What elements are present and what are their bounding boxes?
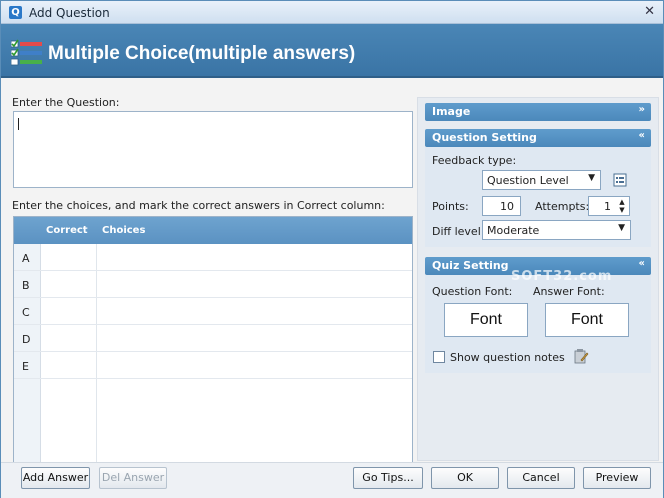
dropdown-arrow-icon: ▼ [618,223,625,233]
choice-row-a[interactable]: A [14,244,412,271]
correct-column-header[interactable]: Correct [46,225,88,236]
question-font-label: Question Font: [432,285,513,298]
diff-level-label: Diff level: [432,225,485,238]
show-notes-checkbox[interactable] [433,351,445,363]
question-label: Enter the Question: [12,96,120,109]
choices-column-header[interactable]: Choices [102,225,145,236]
show-notes-label: Show question notes [450,351,565,364]
title-bar[interactable]: Q Add Question ✕ [1,1,663,24]
quiz-setting-title: Quiz Setting [432,259,509,272]
header-banner: Multiple Choice(multiple answers) [1,24,663,78]
attempts-stepper[interactable]: 1 ▲ ▼ [588,196,630,216]
notes-edit-icon[interactable] [574,348,589,364]
row-letter: A [22,252,30,265]
choice-row-c[interactable]: C [14,298,412,325]
diff-level-select[interactable]: Moderate ▼ [482,220,631,240]
window-title: Add Question [29,6,110,20]
close-icon[interactable]: ✕ [644,4,655,19]
feedback-type-select[interactable]: Question Level ▼ [482,170,601,190]
diff-level-value: Moderate [487,224,540,237]
choice-row-b[interactable]: B [14,271,412,298]
collapse-icon[interactable]: « [639,130,645,141]
points-value: 10 [500,200,514,213]
go-tips-button[interactable]: Go Tips... [353,467,423,489]
choices-grid[interactable]: Correct Choices A B C D E [13,216,413,463]
choice-row-e[interactable]: E [14,352,412,379]
dropdown-arrow-icon: ▼ [588,173,595,183]
watermark: SOFT32.com [511,269,613,284]
feedback-type-value: Question Level [487,174,569,187]
question-type-title: Multiple Choice(multiple answers) [48,43,356,64]
row-letter: C [22,306,30,319]
add-question-dialog: Q Add Question ✕ Multiple Choice(multipl… [0,0,664,498]
feedback-settings-icon[interactable] [613,173,627,187]
image-section-title: Image [432,105,471,118]
text-caret [18,118,19,130]
spinner-arrows-icon[interactable]: ▲ ▼ [617,198,627,214]
answer-font-button[interactable]: Font [545,303,629,337]
grid-header: Correct Choices [14,217,412,244]
question-input[interactable] [13,111,413,188]
row-letter: B [22,279,30,292]
del-answer-button[interactable]: Del Answer [99,467,167,489]
row-letter: D [22,333,31,346]
feedback-type-label: Feedback type: [432,154,517,167]
choices-label: Enter the choices, and mark the correct … [12,199,385,212]
add-answer-button[interactable]: Add Answer [21,467,90,489]
preview-button[interactable]: Preview [583,467,651,489]
attempts-label: Attempts: [535,200,590,213]
question-font-button[interactable]: Font [444,303,528,337]
attempts-value: 1 [604,200,611,213]
points-input[interactable]: 10 [482,196,521,216]
ok-button[interactable]: OK [431,467,499,489]
answer-font-label: Answer Font: [533,285,605,298]
question-setting-title: Question Setting [432,131,537,144]
image-section-header[interactable]: Image » [425,103,651,121]
cancel-button[interactable]: Cancel [507,467,575,489]
choice-row-d[interactable]: D [14,325,412,352]
row-letter: E [22,360,29,373]
question-setting-header[interactable]: Question Setting « [425,129,651,147]
expand-icon[interactable]: » [639,104,645,115]
points-label: Points: [432,200,469,213]
checklist-icon [11,39,42,66]
collapse-icon[interactable]: « [639,258,645,269]
app-logo-icon: Q [9,6,22,19]
